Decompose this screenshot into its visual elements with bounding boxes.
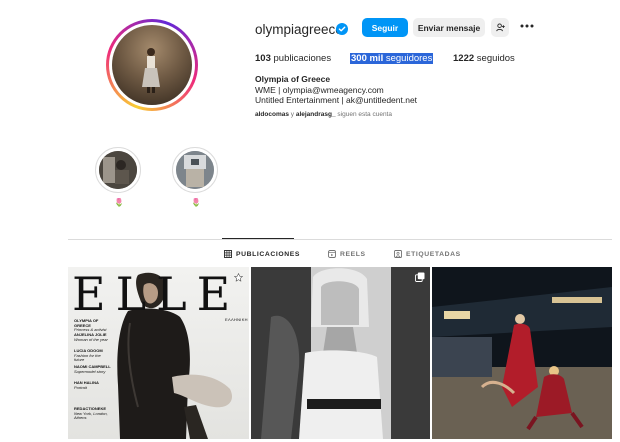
avatar-gap — [109, 22, 195, 108]
tab-reels-label: REELS — [340, 250, 366, 258]
cover-line-5-sub: Portrait — [74, 384, 87, 390]
avatar[interactable] — [112, 25, 192, 105]
mutual-suffix: siguen esta cuenta — [337, 111, 392, 118]
cover-line-3-sub: Fashion for the future — [74, 352, 101, 363]
bio-line-2: Untitled Entertainment | ak@untitledent.… — [255, 95, 418, 105]
cover-line-6: REDACTIONEKE New York, London, Athens — [74, 406, 112, 421]
posts-count-label: publicaciones — [273, 53, 332, 64]
followers-count-label: seguidores — [385, 53, 433, 64]
followers-count-value: 300 mil — [351, 53, 384, 64]
reels-icon — [328, 250, 336, 258]
more-options-icon[interactable] — [519, 22, 535, 30]
cover-line-1-title: OLYMPIA OF GREECE — [74, 318, 99, 328]
verified-badge-icon — [336, 23, 348, 35]
suggested-accounts-button[interactable] — [491, 18, 509, 37]
tab-tagged[interactable]: ETIQUETADAS — [394, 250, 461, 258]
add-person-icon — [495, 23, 505, 32]
tab-reels[interactable]: REELS — [328, 250, 366, 258]
following-link[interactable]: 1222 seguidos — [453, 53, 515, 64]
send-message-button[interactable]: Enviar mensaje — [413, 18, 485, 37]
carousel-icon — [415, 272, 425, 282]
highlight-photo-1 — [99, 151, 137, 189]
profile-full-name: Olympia of Greece — [255, 74, 331, 84]
cover-line-2-sub: Woman of the year — [74, 336, 108, 342]
cover-masthead: ELLE — [72, 267, 241, 321]
tagged-icon — [394, 250, 402, 258]
star-icon — [234, 273, 243, 282]
tab-posts[interactable]: PUBLICACIONES — [224, 250, 300, 258]
portrait-photo — [251, 267, 430, 439]
bio-line-1: WME | olympia@wmeagency.com — [255, 85, 384, 95]
post-tile-1[interactable]: ELLE ΕΛΛΗΝΙΚΗ OLYMPIA OF GREECE Princess… — [68, 267, 249, 439]
event-photo — [432, 267, 612, 439]
posts-count: 103 publicaciones — [255, 53, 331, 64]
highlight-photo-2 — [176, 151, 214, 189]
cover-line-3: LUCIA ODOOM Fashion for the future — [74, 348, 112, 363]
tab-tagged-label: ETIQUETADAS — [406, 250, 461, 258]
highlight-label-1: 🌷 — [114, 198, 124, 207]
following-count-label: seguidos — [476, 53, 515, 64]
follow-button[interactable]: Seguir — [362, 18, 408, 37]
avatar-figure — [142, 48, 160, 93]
tab-posts-label: PUBLICACIONES — [236, 250, 301, 258]
cover-line-6-sub: New York, London, Athens — [74, 410, 108, 421]
profile-avatar-ring[interactable] — [106, 19, 198, 111]
grid-icon — [224, 250, 232, 258]
posts-count-value: 103 — [255, 53, 271, 64]
cover-line-4: NAOMI CAMPBELL Supermodel story — [74, 364, 112, 374]
tabs-divider — [68, 239, 612, 240]
active-tab-indicator — [222, 238, 294, 239]
highlight-label-2: 🌷 — [191, 198, 201, 207]
cover-line-5: HAN HALINA Portrait — [74, 380, 112, 390]
cover-masthead-sub: ΕΛΛΗΝΙΚΗ — [225, 317, 248, 322]
profile-username: olympiagreece — [255, 22, 343, 37]
followers-link[interactable]: 300 mil seguidores — [350, 53, 434, 64]
highlight-cover-2 — [176, 151, 214, 189]
post-tile-3[interactable] — [432, 267, 612, 439]
post-tile-2[interactable] — [251, 267, 430, 439]
cover-line-2: ANJELINA JOLIE Woman of the year — [74, 332, 112, 342]
following-count-value: 1222 — [453, 53, 475, 64]
mutual-user-1[interactable]: aldocomas — [255, 111, 289, 118]
story-highlight-2[interactable] — [172, 147, 218, 193]
highlight-cover-1 — [99, 151, 137, 189]
mutual-connector: y — [290, 111, 295, 118]
story-highlight-1[interactable] — [95, 147, 141, 193]
cover-line-4-sub: Supermodel story — [74, 368, 106, 374]
mutual-followers[interactable]: aldocomas y alejandrasg_ siguen esta cue… — [255, 111, 392, 118]
cover-line-1: OLYMPIA OF GREECE Princess & activist — [74, 318, 112, 333]
mutual-user-2[interactable]: alejandrasg_ — [296, 111, 336, 118]
